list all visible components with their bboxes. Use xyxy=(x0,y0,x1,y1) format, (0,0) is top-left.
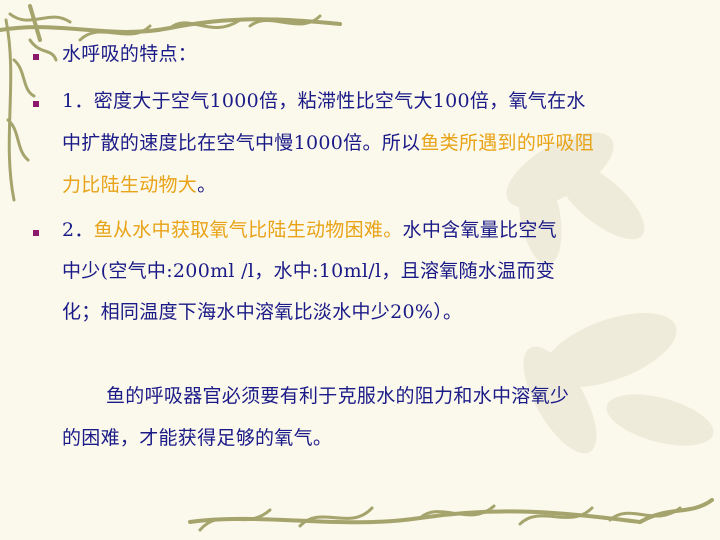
conclusion-line1: 鱼的呼吸器官必须要有利于克服水的阻力和水中溶氧少 xyxy=(106,385,570,407)
square-bullet-icon xyxy=(33,230,39,236)
slide-title: 水呼吸的特点： xyxy=(62,43,198,65)
point2-line1-rest: 水中含氧量比空气 xyxy=(402,219,557,241)
point1-line3-highlight: 力比陆生动物大 xyxy=(62,174,198,196)
conclusion-line2: 的困难，才能获得足够的氧气。 xyxy=(62,427,333,449)
point1-line2-normal: 中扩散的速度比在空气中慢1000倍。所以 xyxy=(62,132,421,154)
slide-content: 水呼吸的特点： 1．密度大于空气1000倍，粘滞性比空气大100倍，氧气在水 中… xyxy=(0,0,720,540)
point1-line3: 力比陆生动物大。 xyxy=(62,173,216,197)
square-bullet-icon xyxy=(33,101,39,107)
point2-line2: 中少(空气中:200ml /l，水中:10ml/l，且溶氧随水温而变 xyxy=(62,260,556,282)
point2-highlight: 鱼从水中获取氧气比陆生动物困难。 xyxy=(93,219,403,241)
point1-line2: 中扩散的速度比在空气中慢1000倍。所以鱼类所遇到的呼吸阻 xyxy=(62,131,594,155)
point2-prefix: 2． xyxy=(62,219,94,241)
point2-line3: 化；相同温度下海水中溶氧比淡水中少20%）。 xyxy=(62,301,463,323)
point2-line1: 2．鱼从水中获取氧气比陆生动物困难。水中含氧量比空气 xyxy=(62,218,557,242)
point1-line2-highlight: 鱼类所遇到的呼吸阻 xyxy=(420,132,595,154)
square-bullet-icon xyxy=(33,54,39,60)
point1-line1: 1．密度大于空气1000倍，粘滞性比空气大100倍，氧气在水 xyxy=(62,90,586,112)
point1-line3-end: 。 xyxy=(197,174,217,196)
